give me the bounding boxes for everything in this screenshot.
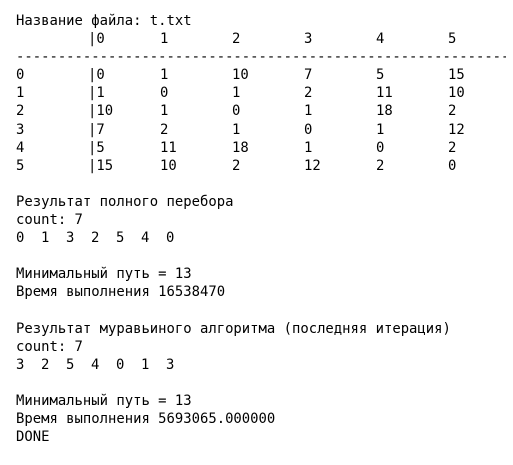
matrix-cell: |7: [88, 121, 105, 138]
matrix-row: 2 |10 1 0 1 18 2: [16, 102, 506, 120]
matrix-cell: 2: [376, 157, 385, 174]
matrix-cell: 11: [376, 85, 393, 102]
matrix-cell: 2: [160, 121, 169, 138]
matrix-row: 0 |0 1 10 7 5 15: [16, 66, 506, 84]
matrix-cell: 1: [376, 121, 385, 138]
matrix-body: 0 |0 1 10 7 5 15 1 |1 0 1 2 11 10 2 |10 1 0 1 18 2 3 |7 2 1 0 1 12 4…: [16, 66, 506, 175]
brute-force-title: Результат полного перебора: [16, 193, 234, 210]
matrix-header-cell: 3: [304, 31, 313, 48]
matrix-cell: 5: [16, 157, 25, 174]
brute-force-path: 0132540: [16, 229, 506, 247]
path-node: 1: [41, 230, 50, 247]
matrix-cell: |15: [88, 157, 114, 174]
matrix-cell: |5: [88, 139, 105, 156]
matrix-row: 1 |1 0 1 2 11 10: [16, 84, 506, 102]
matrix-cell: 4: [16, 139, 25, 156]
matrix-cell: 7: [304, 67, 313, 84]
brute-force-count: count: 7: [16, 212, 83, 229]
path-node: 4: [91, 356, 100, 373]
ant-title: Результат муравьиного алгоритма (последн…: [16, 320, 451, 337]
matrix-cell: 0: [16, 67, 25, 84]
matrix-cell: 0: [232, 103, 241, 120]
matrix-header-cell: |0: [88, 31, 105, 48]
matrix-cell: 1: [16, 85, 25, 102]
matrix-cell: 0: [304, 121, 313, 138]
brute-force-time: Время выполнения 16538470: [16, 284, 226, 301]
matrix-cell: 3: [16, 121, 25, 138]
matrix-cell: 12: [448, 121, 465, 138]
matrix-cell: |10: [88, 103, 114, 120]
matrix-cell: 2: [16, 103, 25, 120]
matrix-cell: |1: [88, 85, 105, 102]
ant-path: 3254013: [16, 356, 506, 374]
matrix-cell: 2: [448, 103, 457, 120]
matrix-header-row: |0 1 2 3 4 5: [16, 30, 506, 48]
matrix-cell: 11: [160, 139, 177, 156]
path-node: 0: [16, 230, 25, 247]
path-node: 0: [166, 230, 175, 247]
matrix-cell: 2: [304, 85, 313, 102]
matrix-header-cell: 4: [376, 31, 385, 48]
path-node: 2: [41, 356, 50, 373]
matrix-cell: 12: [304, 157, 321, 174]
brute-force-min-path: Минимальный путь = 13: [16, 266, 192, 283]
matrix-cell: 1: [304, 139, 313, 156]
matrix-header-cell: 1: [160, 31, 169, 48]
matrix-cell: 2: [448, 139, 457, 156]
matrix-cell: |0: [88, 67, 105, 84]
matrix-cell: 1: [232, 85, 241, 102]
ant-time: Время выполнения 5693065.000000: [16, 411, 276, 428]
path-node: 0: [116, 356, 125, 373]
matrix-cell: 10: [232, 67, 249, 84]
path-node: 3: [66, 230, 75, 247]
file-name-line: Название файла: t.txt: [16, 13, 192, 29]
matrix-cell: 5: [376, 67, 385, 84]
ant-count: count: 7: [16, 338, 83, 355]
matrix-divider: ----------------------------------------…: [16, 49, 506, 66]
matrix-cell: 0: [376, 139, 385, 156]
matrix-cell: 10: [448, 85, 465, 102]
matrix-cell: 1: [160, 67, 169, 84]
matrix-row: 4 |5 11 18 1 0 2: [16, 139, 506, 157]
path-node: 3: [16, 356, 25, 373]
matrix-cell: 0: [160, 85, 169, 102]
path-node: 5: [116, 230, 125, 247]
matrix-cell: 1: [160, 103, 169, 120]
matrix-row: 3 |7 2 1 0 1 12: [16, 121, 506, 139]
path-node: 4: [141, 230, 150, 247]
matrix-row: 5 |15 10 2 12 2 0: [16, 157, 506, 175]
matrix-header-cell: 2: [232, 31, 241, 48]
matrix-cell: 10: [160, 157, 177, 174]
matrix-cell: 1: [304, 103, 313, 120]
ant-min-path: Минимальный путь = 13: [16, 392, 192, 409]
matrix-cell: 15: [448, 67, 465, 84]
console-output: Название файла: t.txt |0 1 2 3 4 5 -----…: [16, 12, 506, 446]
matrix-cell: 18: [232, 139, 249, 156]
matrix-header-cell: 5: [448, 31, 457, 48]
matrix-cell: 1: [232, 121, 241, 138]
matrix-cell: 2: [232, 157, 241, 174]
matrix-cell: 0: [448, 157, 457, 174]
path-node: 3: [166, 356, 175, 373]
done-line: DONE: [16, 429, 50, 446]
path-node: 5: [66, 356, 75, 373]
path-node: 2: [91, 230, 100, 247]
path-node: 1: [141, 356, 150, 373]
matrix-cell: 18: [376, 103, 393, 120]
